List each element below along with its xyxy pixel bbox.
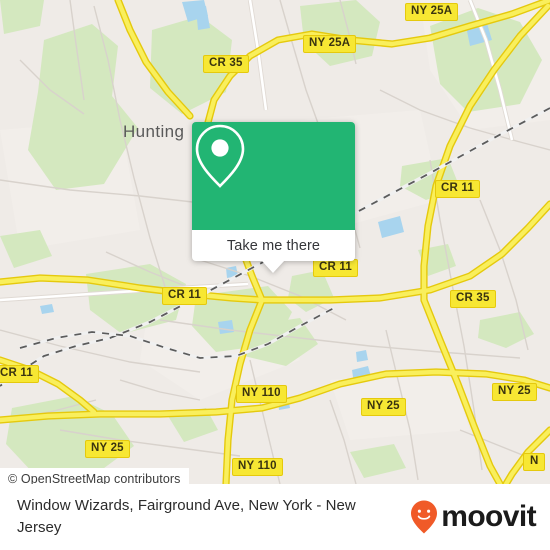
osm-attribution[interactable]: © OpenStreetMap contributors [0,468,189,484]
moovit-smiley-pin-icon [411,500,438,534]
road-shield: NY 110 [236,385,287,403]
road-shield: CR 35 [450,290,496,308]
map-pin-icon [195,124,245,188]
location-callout[interactable]: Take me there [192,122,355,273]
moovit-wordmark: moovit [441,500,536,533]
take-me-there-button[interactable]: Take me there [192,230,355,261]
moovit-logo[interactable]: moovit [409,499,537,535]
road-shield: CR 11 [435,180,480,198]
take-me-there-label: Take me there [226,237,321,254]
map-screenshot: Hunting NY 25A NY 25A CR 35 CR 11 CR 11 CR 11… [0,0,550,550]
road-shield: CR 11 [313,259,358,277]
location-title: Window Wizards, Fairground Ave, New York… [17,497,356,536]
road-shield: NY 25A [405,3,459,21]
road-shield: NY 110 [232,458,283,476]
place-label: Hunting [123,122,185,141]
callout-header [192,122,355,230]
footer-bar: Window Wizards, Fairground Ave, New York… [0,484,550,550]
road-shield: NY 25 [361,398,406,416]
callout-tail [261,260,285,273]
road-shield: NY 25A [303,35,357,53]
road-shield: CR 11 [162,287,207,305]
road-shield: N [523,453,545,471]
road-shield: CR 35 [203,55,249,73]
road-shield: NY 25 [85,440,130,458]
road-shield: CR 11 [0,365,39,383]
map-canvas[interactable]: Hunting NY 25A NY 25A CR 35 CR 11 CR 11 CR 11… [0,0,550,484]
road-shield: NY 25 [492,383,537,401]
